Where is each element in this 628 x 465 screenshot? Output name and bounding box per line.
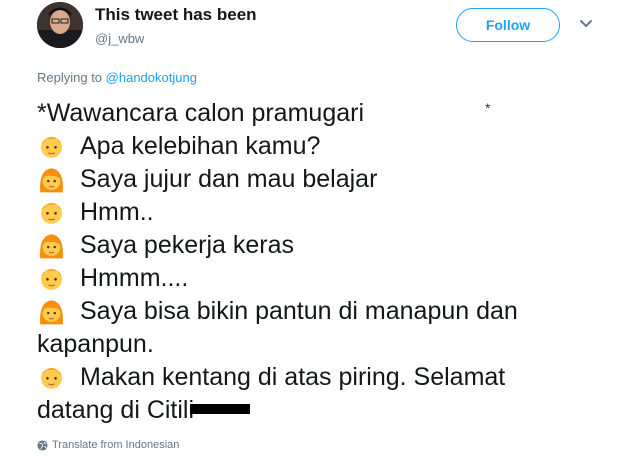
tweet-line: Saya jujur dan mau belajar (37, 163, 597, 196)
tweet-line-text: Makan kentang di atas piring. Selamat (80, 363, 506, 391)
tweet-line-text: *Wawancara calon pramugari (37, 99, 365, 127)
woman-emoji-icon (40, 234, 63, 259)
replying-to: Replying to @handokotjung (37, 70, 197, 85)
woman-emoji-icon (40, 168, 63, 193)
globe-icon (37, 439, 48, 451)
tweet-line-text: kapanpun. (37, 330, 154, 358)
man-emoji-icon (41, 268, 62, 290)
woman-emoji-icon (40, 300, 63, 325)
tweet-line: Saya bisa bikin pantun di manapun dan (37, 295, 597, 328)
tweet-line: datang di Citili (37, 394, 597, 427)
tweet-line-text: Hmmm.... (80, 264, 189, 292)
translate-label[interactable]: Translate from Indonesian (52, 439, 179, 451)
tweet-line: Makan kentang di atas piring. Selamat (37, 361, 597, 394)
user-handle[interactable]: @j_wbw (95, 31, 144, 46)
chevron-down-icon[interactable] (578, 18, 594, 30)
tweet-line: Hmmm.... (37, 262, 597, 295)
translate-link[interactable]: Translate from Indonesian (37, 439, 179, 451)
tweet-line: Saya pekerja keras (37, 229, 597, 262)
tweet-line-text: Saya bisa bikin pantun di manapun dan (80, 297, 518, 325)
man-emoji-icon (41, 136, 62, 158)
mention-link[interactable]: @handokotjung (106, 70, 197, 85)
tweet-text: *Wawancara calon pramugari Apa kelebihan… (37, 97, 597, 427)
display-name[interactable]: This tweet has been (95, 5, 257, 25)
follow-button[interactable]: Follow (456, 8, 560, 42)
tweet-line-text: Saya jujur dan mau belajar (80, 165, 378, 193)
tweet-line: Hmm.. (37, 196, 597, 229)
man-emoji-icon (41, 367, 62, 389)
avatar[interactable] (37, 2, 83, 48)
replying-to-label: Replying to (37, 70, 103, 85)
man-emoji-icon (41, 202, 62, 224)
tweet-line-text: Hmm.. (80, 198, 154, 226)
tweet-line-text: Saya pekerja keras (80, 231, 295, 259)
redaction-bar (190, 403, 251, 414)
tweet-line-text: Apa kelebihan kamu? (80, 132, 321, 160)
tweet-line: *Wawancara calon pramugari (37, 97, 597, 130)
tweet-line: kapanpun. (37, 328, 597, 361)
tweet-line: Apa kelebihan kamu? (37, 130, 597, 163)
tweet-line-text: datang di Citili (37, 396, 195, 424)
